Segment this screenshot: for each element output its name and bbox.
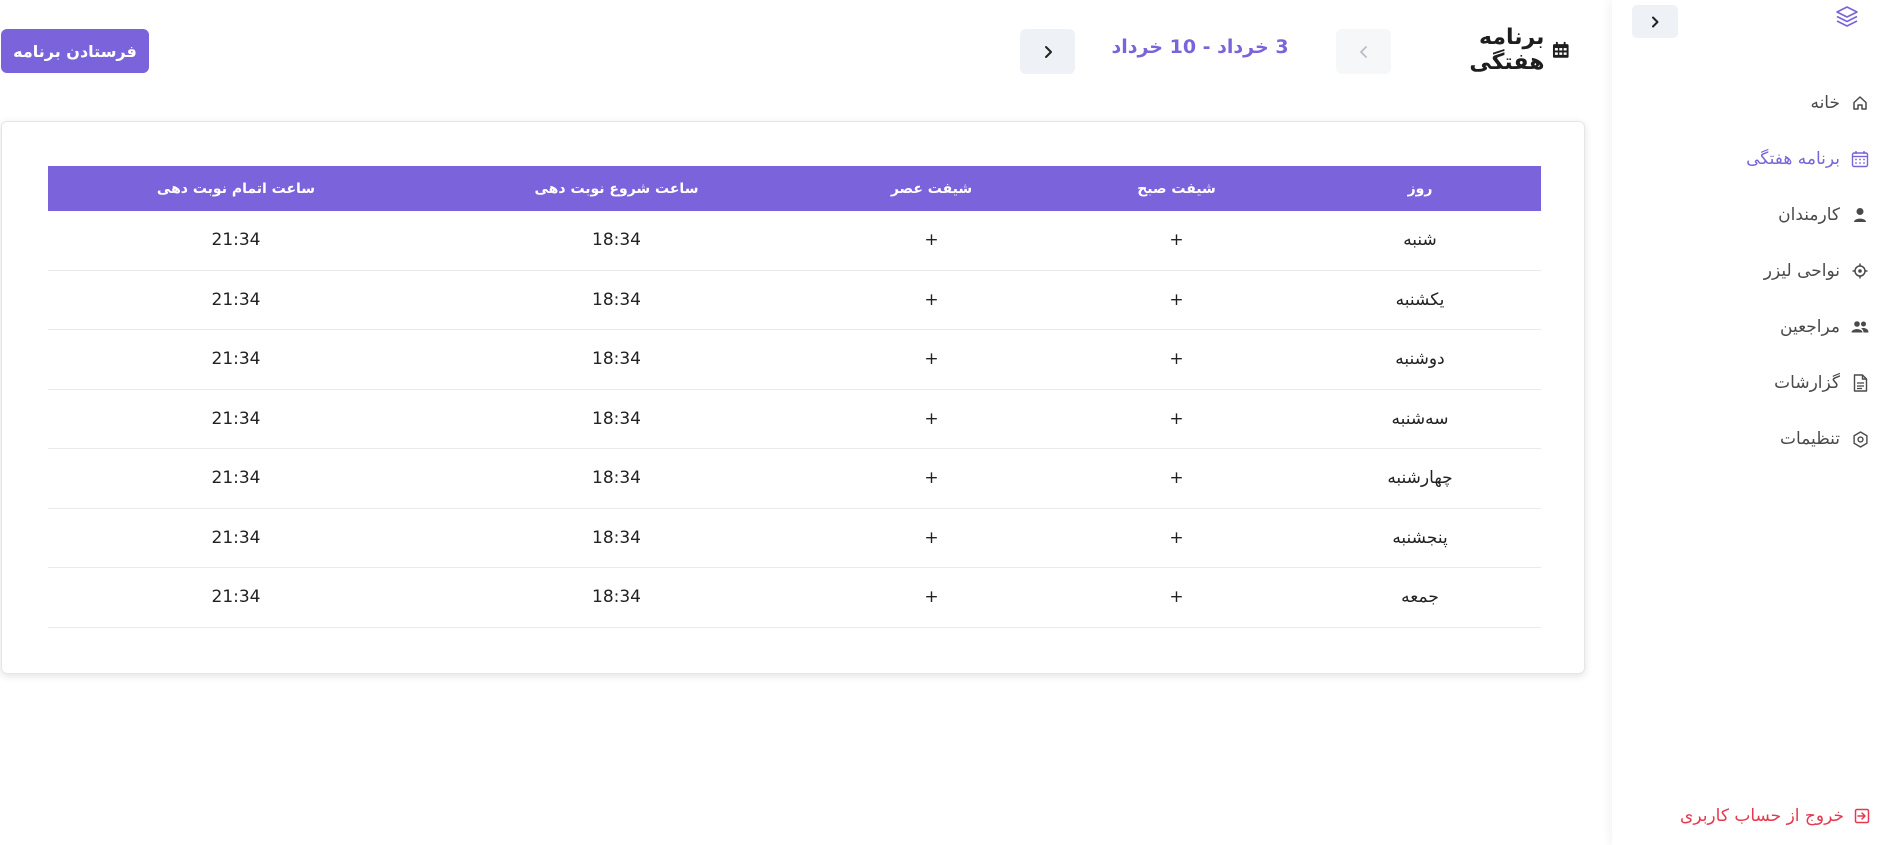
- sidebar-item-label: نواحی لیزر: [1763, 261, 1840, 281]
- day-cell: چهارشنبه: [1387, 468, 1453, 489]
- week-range: 3 خرداد - 10 خرداد: [1111, 36, 1289, 58]
- document-icon: [1850, 373, 1870, 393]
- send-schedule-button[interactable]: فرستادن برنامه: [1, 29, 149, 73]
- sidebar-item-laser-zones[interactable]: نواحی لیزر: [1612, 243, 1880, 299]
- sidebar-item-employees[interactable]: کارمندان: [1612, 187, 1880, 243]
- sidebar-item-label: مراجعین: [1780, 317, 1840, 337]
- column-header-start-time: ساعت شروع نوبت دهی: [534, 180, 699, 197]
- sidebar-item-home[interactable]: خانه: [1612, 75, 1880, 131]
- calendar-icon: [1850, 149, 1870, 169]
- morning-shift-toggle[interactable]: +: [1054, 528, 1299, 548]
- evening-shift-toggle[interactable]: +: [809, 587, 1054, 607]
- sidebar-item-reports[interactable]: گزارشات: [1612, 355, 1880, 411]
- column-header-end-time: ساعت اتمام نوبت دهی: [156, 180, 316, 197]
- morning-shift-toggle[interactable]: +: [1054, 587, 1299, 607]
- column-header-evening-shift: شیفت عصر: [890, 180, 973, 197]
- calendar-icon: [1553, 41, 1570, 58]
- morning-shift-toggle[interactable]: +: [1054, 290, 1299, 310]
- column-header-day: روز: [1407, 180, 1433, 197]
- start-time-cell[interactable]: 18:34: [424, 528, 809, 548]
- sidebar-item-clients[interactable]: مراجعین: [1612, 299, 1880, 355]
- end-time-cell[interactable]: 21:34: [48, 290, 424, 310]
- column-header-morning-shift: شیفت صبح: [1137, 180, 1216, 197]
- sidebar-collapse-button[interactable]: [1632, 5, 1678, 38]
- sidebar-item-weekly-schedule[interactable]: برنامه هفتگی: [1612, 131, 1880, 187]
- day-cell: جمعه: [1401, 587, 1439, 608]
- table-row: دوشنبه + + 18:34 21:34: [48, 330, 1541, 390]
- evening-shift-toggle[interactable]: +: [809, 528, 1054, 548]
- chevron-right-icon: [1044, 45, 1052, 58]
- users-icon: [1850, 317, 1870, 337]
- day-cell: یکشنبه: [1395, 289, 1445, 310]
- page-title: برنامه هفتگی: [1400, 25, 1570, 75]
- day-cell: دوشنبه: [1395, 349, 1445, 370]
- end-time-cell[interactable]: 21:34: [48, 528, 424, 548]
- evening-shift-toggle[interactable]: +: [809, 409, 1054, 429]
- chevron-left-icon: [1359, 45, 1367, 58]
- evening-shift-toggle[interactable]: +: [809, 468, 1054, 488]
- home-icon: [1850, 93, 1870, 113]
- evening-shift-toggle[interactable]: +: [809, 290, 1054, 310]
- end-time-cell[interactable]: 21:34: [48, 409, 424, 429]
- schedule-table: روز شیفت صبح شیفت عصر ساعت شروع نوبت دهی…: [48, 166, 1541, 628]
- evening-shift-toggle[interactable]: +: [809, 349, 1054, 369]
- table-row: یکشنبه + + 18:34 21:34: [48, 271, 1541, 330]
- main-content: فرستادن برنامه 3 خرداد - 10 خرداد برنامه…: [0, 0, 1612, 845]
- logout-button[interactable]: خروج از حساب کاربری: [1680, 806, 1870, 826]
- schedule-card: روز شیفت صبح شیفت عصر ساعت شروع نوبت دهی…: [1, 121, 1585, 674]
- logout-label: خروج از حساب کاربری: [1680, 806, 1844, 826]
- end-time-cell[interactable]: 21:34: [48, 349, 424, 369]
- start-time-cell[interactable]: 18:34: [424, 587, 809, 607]
- table-row: شنبه + + 18:34 21:34: [48, 211, 1541, 271]
- end-time-cell[interactable]: 21:34: [48, 468, 424, 488]
- day-cell: پنجشنبه: [1392, 527, 1448, 548]
- sidebar-item-label: کارمندان: [1778, 205, 1840, 225]
- target-icon: [1850, 261, 1870, 281]
- start-time-cell[interactable]: 18:34: [424, 409, 809, 429]
- sidebar-item-label: تنظیمات: [1780, 429, 1840, 449]
- logout-icon: [1854, 808, 1870, 824]
- sidebar-item-label: گزارشات: [1774, 373, 1840, 393]
- page-title-text: برنامه هفتگی: [1469, 25, 1545, 75]
- sidebar-item-settings[interactable]: تنظیمات: [1612, 411, 1880, 467]
- morning-shift-toggle[interactable]: +: [1054, 230, 1299, 250]
- table-row: سه‌شنبه + + 18:34 21:34: [48, 390, 1541, 449]
- start-time-cell[interactable]: 18:34: [424, 468, 809, 488]
- gear-icon: [1850, 429, 1870, 449]
- start-time-cell[interactable]: 18:34: [424, 290, 809, 310]
- end-time-cell[interactable]: 21:34: [48, 587, 424, 607]
- sidebar-item-label: خانه: [1810, 93, 1840, 113]
- sidebar: خانه برنامه هفتگی کارمندان نواحی لیزر مر…: [1612, 0, 1880, 845]
- morning-shift-toggle[interactable]: +: [1054, 409, 1299, 429]
- start-time-cell[interactable]: 18:34: [424, 349, 809, 369]
- chevron-right-icon: [1652, 16, 1659, 27]
- table-header: روز شیفت صبح شیفت عصر ساعت شروع نوبت دهی…: [48, 166, 1541, 211]
- sidebar-item-label: برنامه هفتگی: [1746, 149, 1840, 169]
- day-cell: شنبه: [1403, 230, 1437, 251]
- morning-shift-toggle[interactable]: +: [1054, 349, 1299, 369]
- next-week-button[interactable]: [1020, 29, 1075, 74]
- evening-shift-toggle[interactable]: +: [809, 230, 1054, 250]
- end-time-cell[interactable]: 21:34: [48, 230, 424, 250]
- day-cell: سه‌شنبه: [1391, 408, 1449, 429]
- start-time-cell[interactable]: 18:34: [424, 230, 809, 250]
- user-icon: [1850, 205, 1870, 225]
- sidebar-nav: خانه برنامه هفتگی کارمندان نواحی لیزر مر…: [1612, 75, 1880, 467]
- layers-logo-icon: [1836, 6, 1858, 27]
- table-row: پنجشنبه + + 18:34 21:34: [48, 509, 1541, 568]
- table-row: جمعه + + 18:34 21:34: [48, 568, 1541, 628]
- previous-week-button[interactable]: [1336, 29, 1391, 74]
- table-row: چهارشنبه + + 18:34 21:34: [48, 449, 1541, 509]
- morning-shift-toggle[interactable]: +: [1054, 468, 1299, 488]
